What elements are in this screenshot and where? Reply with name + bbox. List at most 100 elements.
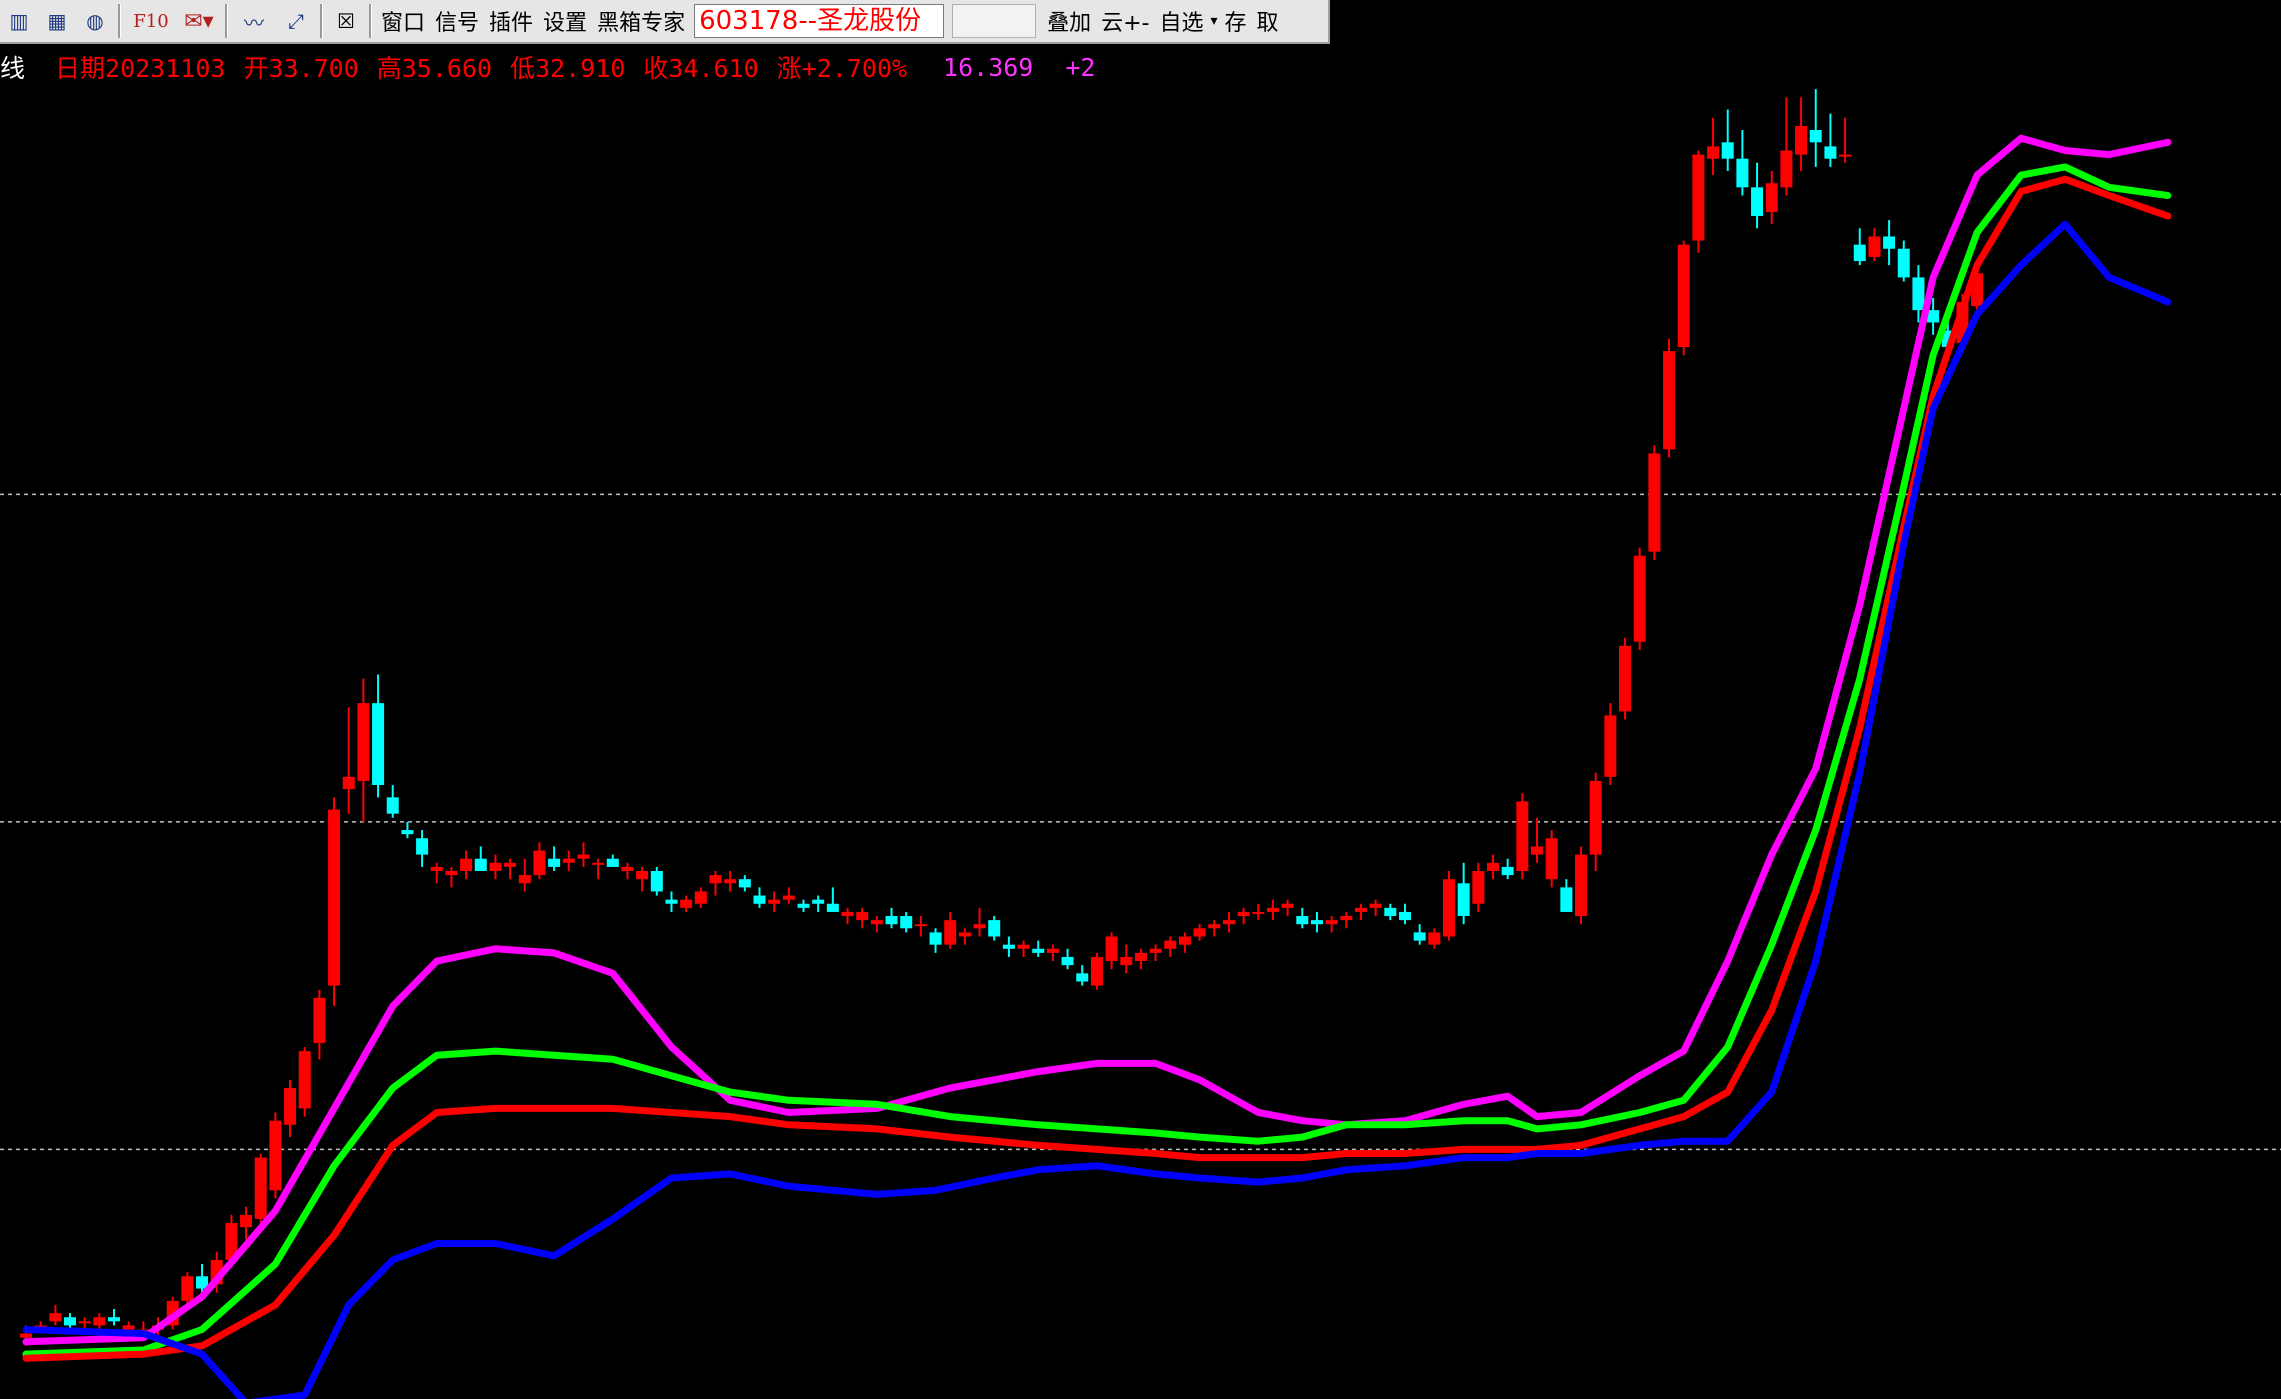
candle [680,895,693,912]
candle-body [768,899,781,904]
candle [1619,637,1632,720]
candle-body [518,875,531,884]
candle-body [372,703,385,786]
candle [1765,170,1778,225]
candle-body [1589,780,1602,855]
candle-body [782,895,795,900]
candle-body [680,899,693,908]
candle-body [1853,244,1866,262]
candle [1663,338,1676,458]
candle-body [592,862,605,865]
candle [1310,911,1323,933]
candle [313,989,326,1060]
candle [782,887,795,904]
candle-body [284,1087,297,1125]
candle [93,1313,106,1330]
indicator-line-3 [22,175,2172,1362]
candle-body [489,862,502,871]
candle-body [870,920,883,925]
candle-body [1809,130,1822,143]
candle [1545,830,1558,888]
candle [592,858,605,880]
candle-body [416,838,429,855]
candle [1487,854,1499,880]
candle [108,1309,121,1326]
candle [1751,162,1764,229]
candle [240,1206,253,1240]
indicator-line-1 [22,134,2172,1346]
indicator-lines [22,134,2172,1399]
candle-body [1560,887,1573,912]
candle-body [636,871,649,880]
candle [1046,944,1059,962]
candle-body [1765,183,1778,212]
candle [1222,911,1235,933]
candle [812,895,825,912]
candle [958,928,971,945]
candle-body [665,899,678,904]
candle-body [738,879,751,888]
candle [284,1079,297,1138]
candle [1266,899,1279,921]
candle [489,854,502,880]
candle-body [1340,916,1353,921]
candle [709,871,722,896]
candle [1824,113,1837,167]
candle [1531,817,1544,863]
candle [1017,940,1030,957]
candle [1340,911,1353,929]
candle-body [1751,187,1764,216]
candle [768,891,781,912]
candle-body [181,1276,194,1301]
candle [1883,220,1896,266]
candle [1134,948,1147,970]
candle [1413,924,1426,945]
candle [577,842,590,867]
candle [328,797,341,1007]
candle [445,866,458,888]
candle [1164,936,1177,957]
candle [1633,547,1646,650]
candle [518,858,531,892]
candle-body [606,858,619,867]
candle [416,830,429,867]
candle-body [1692,154,1705,241]
candle-body [1354,907,1367,912]
candle [1839,117,1852,163]
candle [1575,846,1588,925]
candle [357,678,370,822]
candle [1076,965,1089,986]
candle [298,1047,311,1117]
candle [1354,903,1367,921]
candle [1398,903,1411,925]
candle [1677,240,1690,356]
candle-body [1472,871,1485,904]
candle [1032,940,1045,957]
candle [885,907,898,929]
candle-body [1134,952,1147,962]
candle [914,916,927,937]
candles [20,89,1984,1346]
candle-body [694,891,707,904]
candle-body [1032,948,1045,953]
candle-body [1897,248,1910,278]
candle [1193,924,1206,941]
candle [1457,862,1470,925]
candle [988,916,1001,941]
candle-body [1457,883,1470,917]
candle-body [577,854,590,859]
candle-body [1149,948,1162,953]
candle-body [1164,940,1177,949]
candle-body [1575,854,1588,917]
candle-body [64,1317,77,1326]
candle-body [49,1313,62,1322]
candle [606,854,619,867]
candle-body [342,776,355,790]
candle [1105,932,1118,970]
candle-body [1061,956,1074,966]
kline-chart[interactable] [0,0,2281,1399]
candle-body [1310,920,1323,925]
candle [1002,936,1015,957]
candle-body [753,895,766,904]
candle-body [1252,911,1265,914]
